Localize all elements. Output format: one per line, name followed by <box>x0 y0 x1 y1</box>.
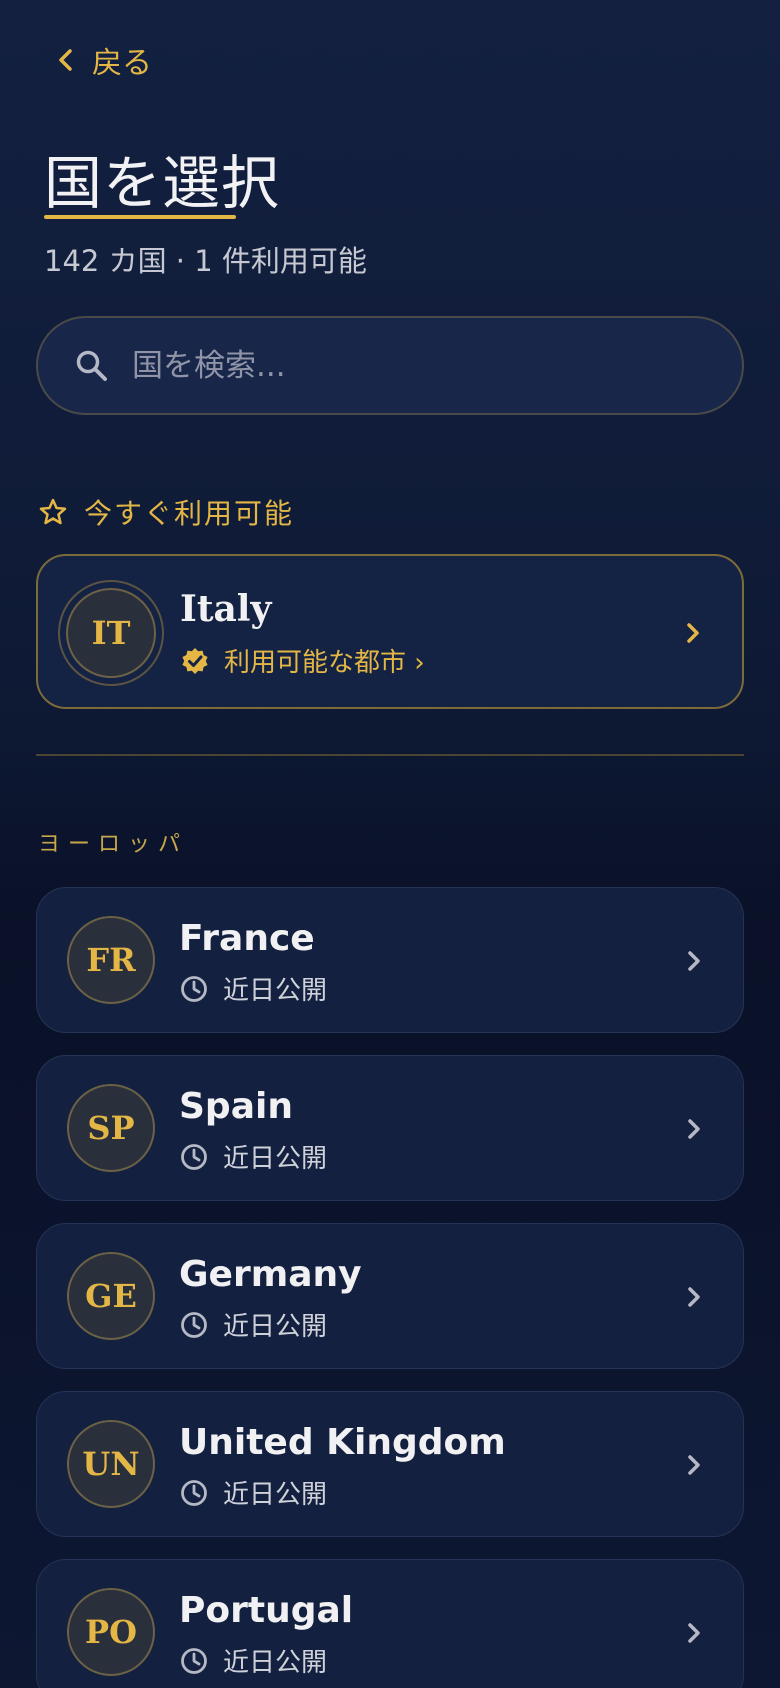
availability-status: 近日公開 <box>179 1642 327 1679</box>
clock-icon <box>181 975 207 1002</box>
availability-status: 近日公開 <box>179 1474 327 1511</box>
status-label: 近日公開 <box>223 1312 328 1342</box>
country-card-italy[interactable]: IT Italy 利用可能な都市 › <box>36 554 744 709</box>
country-name: Italy <box>180 588 272 630</box>
country-name: Portugal <box>179 1590 354 1631</box>
availability-status: 近日公開 <box>179 1306 327 1343</box>
country-count: 142 カ国 · 1 件利用可能 <box>44 244 367 278</box>
chevron-right-icon <box>688 1287 700 1307</box>
chevron-right-icon <box>688 951 700 971</box>
back-label: 戻る <box>92 46 152 81</box>
country-name: Spain <box>179 1086 293 1127</box>
status-label: 利用可能な都市 › <box>224 648 425 678</box>
country-card-united-kingdom[interactable]: UN United Kingdom 近日公開 <box>36 1391 744 1537</box>
availability-status: 近日公開 <box>179 970 327 1007</box>
country-name: Germany <box>179 1254 362 1295</box>
availability-status[interactable]: 利用可能な都市 › <box>180 642 425 679</box>
country-card-spain[interactable]: SP Spain 近日公開 <box>36 1055 744 1201</box>
search-bar[interactable] <box>36 316 744 415</box>
section-divider <box>36 754 744 756</box>
status-label: 近日公開 <box>223 976 328 1006</box>
country-card-portugal[interactable]: PO Portugal 近日公開 <box>36 1559 744 1688</box>
country-name: United Kingdom <box>179 1422 506 1463</box>
search-icon <box>76 350 107 381</box>
country-card-germany[interactable]: GE Germany 近日公開 <box>36 1223 744 1369</box>
country-code-badge: PO <box>67 1588 155 1676</box>
verified-badge-icon <box>182 647 208 674</box>
status-label: 近日公開 <box>223 1480 328 1510</box>
country-name: France <box>179 918 315 959</box>
clock-icon <box>181 1479 207 1506</box>
country-code-badge: FR <box>67 916 155 1004</box>
chevron-right-icon <box>688 1455 700 1475</box>
country-code-badge: GE <box>67 1252 155 1340</box>
status-label: 近日公開 <box>223 1144 328 1174</box>
clock-icon <box>181 1143 207 1170</box>
country-code-badge: UN <box>67 1420 155 1508</box>
clock-icon <box>181 1311 207 1338</box>
featured-section-label: 今すぐ利用可能 <box>84 497 295 530</box>
chevron-left-icon <box>59 49 72 71</box>
region-heading: ヨーロッパ <box>38 832 189 857</box>
back-button[interactable]: 戻る <box>54 38 152 82</box>
star-icon <box>39 498 67 525</box>
status-label: 近日公開 <box>223 1648 328 1678</box>
country-code-badge: IT <box>66 588 156 678</box>
chevron-right-icon <box>687 623 699 643</box>
chevron-right-icon <box>688 1623 700 1643</box>
country-code-badge: SP <box>67 1084 155 1172</box>
clock-icon <box>181 1647 207 1674</box>
chevron-right-icon <box>688 1119 700 1139</box>
featured-section-heading: 今すぐ利用可能 <box>38 492 294 532</box>
page-title: 国を選択 <box>44 149 281 217</box>
search-input[interactable] <box>132 347 692 384</box>
availability-status: 近日公開 <box>179 1138 327 1175</box>
title-underline <box>44 215 236 219</box>
country-card-france[interactable]: FR France 近日公開 <box>36 887 744 1033</box>
